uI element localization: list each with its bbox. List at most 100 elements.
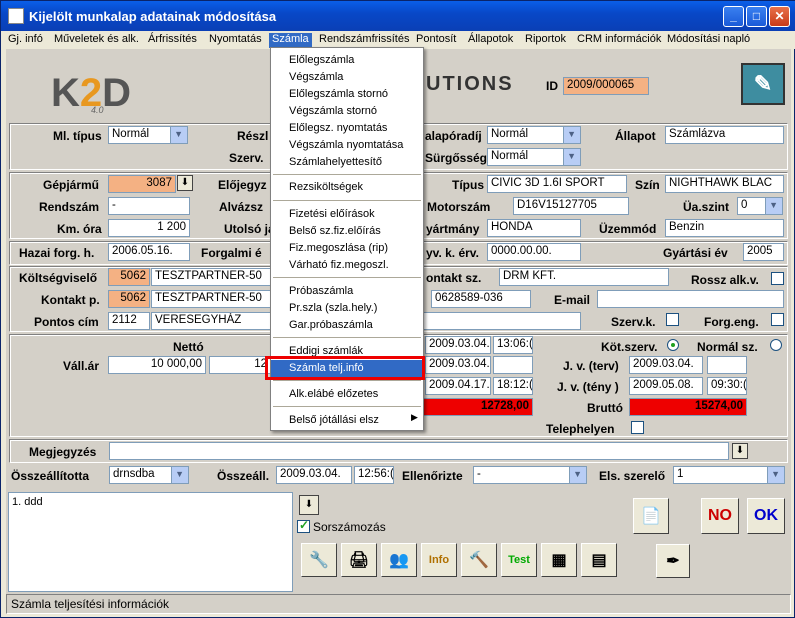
szervk-checkbox[interactable] <box>666 313 679 326</box>
forg-eng-checkbox[interactable] <box>771 313 784 326</box>
gyartasi-ev-field[interactable]: 2005 <box>743 243 784 261</box>
menu-arfrissites[interactable]: Árfrissítés <box>145 33 200 48</box>
els-szerelo-select[interactable]: 1 ▼ <box>673 466 785 484</box>
varos-field[interactable]: VERESEGYHÁZ <box>151 312 271 330</box>
kot-szerv-radio[interactable] <box>667 339 679 351</box>
menu-item-gar-probaszamla[interactable]: Gar.próbaszámla <box>271 317 423 334</box>
info-icon[interactable]: Info <box>421 543 457 577</box>
menu-item-fiz-megoszlasa[interactable]: Fiz.megoszlása (rip) <box>271 240 423 257</box>
edit-icon[interactable]: ✎ <box>741 63 785 105</box>
tools-icon[interactable]: 🔧 <box>301 543 337 577</box>
allapot-field[interactable]: Számlázva <box>665 126 784 144</box>
menu-item-alk-elabe[interactable]: Alk.elábé előzetes <box>271 386 423 403</box>
menu-item-vegszamla-storno[interactable]: Végszámla stornó <box>271 103 423 120</box>
koltsegvis-field[interactable]: TESZTPARTNER-50 <box>151 268 271 286</box>
jv-terv-time-field[interactable] <box>707 356 747 374</box>
jv-teny-field[interactable]: 2009.05.08. <box>629 377 703 395</box>
ok-button[interactable]: OK <box>747 498 785 534</box>
menu-nyomtatas[interactable]: Nyomtatás <box>206 33 265 48</box>
test-icon[interactable]: Test <box>501 543 537 577</box>
menu-rendszamfrissites[interactable]: Rendszámfrissítés <box>316 33 412 48</box>
megjegyzes-expand-button[interactable]: ⬇ <box>732 443 748 459</box>
ellenorizte-select[interactable]: - ▼ <box>473 466 587 484</box>
menu-item-probaszamla[interactable]: Próbaszámla <box>271 283 423 300</box>
menu-item-elolegsz-nyomtatas[interactable]: Előlegsz. nyomtatás <box>271 120 423 137</box>
km-ora-field[interactable]: 1 200 <box>108 219 190 237</box>
telephelyen-checkbox[interactable] <box>631 421 644 434</box>
hazai-field[interactable]: 2006.05.16. <box>108 243 190 261</box>
no-button[interactable]: NO <box>701 498 739 534</box>
surgosseg-select[interactable]: Normál ▼ <box>487 148 581 166</box>
menu-item-szamlahelyettesito[interactable]: Számlahelyettesítő <box>271 154 423 171</box>
menu-item-varhato-fiz[interactable]: Várható fiz.megoszl. <box>271 257 423 274</box>
syringe-icon[interactable]: ✒ <box>656 544 690 578</box>
ua-szint-select[interactable]: 0 ▼ <box>737 197 783 215</box>
kontakt-p-id-field[interactable]: 5062 <box>108 290 150 308</box>
irsz-field[interactable]: 2112 <box>108 312 150 330</box>
tipus-field[interactable]: CIVIC 3D 1.6I SPORT <box>487 175 627 193</box>
utca-field[interactable] <box>421 312 581 330</box>
vall-ar-field[interactable]: 10 000,00 <box>108 356 206 374</box>
kontakt-sz-field[interactable]: DRM KFT. <box>499 268 669 286</box>
menu-item-belso-sz-fiz[interactable]: Belső sz.fiz.előírás <box>271 223 423 240</box>
grid-icon[interactable]: ▦ <box>541 543 577 577</box>
szin-field[interactable]: NIGHTHAWK BLAC <box>665 175 784 193</box>
menu-gj-info[interactable]: Gj. infó <box>5 33 46 48</box>
menu-modositasi-naplo[interactable]: Módosítási napló <box>664 33 753 48</box>
menu-item-elolegszamla[interactable]: Előlegszámla <box>271 52 423 69</box>
vall-ar-vat-field[interactable]: 12 <box>209 356 271 374</box>
menu-item-elolegszamla-storno[interactable]: Előlegszámla stornó <box>271 86 423 103</box>
calculator-icon[interactable]: ▤ <box>581 543 617 577</box>
muszaki-field[interactable]: 0000.00.00. <box>487 243 581 261</box>
osszeallitotta-select[interactable]: drnsdba ▼ <box>109 466 189 484</box>
sorszamozas-checkbox[interactable] <box>297 518 310 533</box>
time1-field[interactable]: 13:06:( <box>493 336 533 354</box>
date3-field[interactable]: 2009.04.17. <box>425 377 491 395</box>
menu-pontosit[interactable]: Pontosít <box>413 33 459 48</box>
memo-expand-button[interactable]: ⬇ <box>299 495 319 515</box>
osszeall-date-field[interactable]: 2009.03.04. <box>276 466 352 484</box>
time2-field[interactable] <box>493 356 533 374</box>
date1-field[interactable]: 2009.03.04. <box>425 336 491 354</box>
telefon-field[interactable]: 0628589-036 <box>431 290 531 308</box>
menu-riportok[interactable]: Riportok <box>522 33 569 48</box>
menu-crm[interactable]: CRM információk <box>574 33 664 48</box>
jv-terv-field[interactable]: 2009.03.04. <box>629 356 703 374</box>
document-icon[interactable]: 📄 <box>633 498 669 534</box>
email-field[interactable] <box>597 290 784 308</box>
menu-item-belso-jotallasi[interactable]: Belső jótállási elsz <box>271 412 423 429</box>
gepjarmu-field[interactable]: 3087 <box>108 175 176 193</box>
highlight-box <box>265 356 425 380</box>
date2-field[interactable]: 2009.03.04. <box>425 356 491 374</box>
time3-field[interactable]: 18:12:( <box>493 377 533 395</box>
minimize-button[interactable]: _ <box>723 6 744 27</box>
menu-item-pr-szla[interactable]: Pr.szla (szla.hely.) <box>271 300 423 317</box>
menu-item-vegszamla[interactable]: Végszámla <box>271 69 423 86</box>
kontakt-p-field[interactable]: TESZTPARTNER-50 <box>151 290 271 308</box>
normal-sz-radio[interactable] <box>770 339 782 351</box>
maximize-button[interactable]: □ <box>746 6 767 27</box>
menu-allapotok[interactable]: Állapotok <box>465 33 516 48</box>
rossz-checkbox[interactable] <box>771 272 784 285</box>
menu-item-rezsikoltsegek[interactable]: Rezsiköltségek <box>271 179 423 196</box>
jv-teny-time-field[interactable]: 09:30:( <box>707 377 747 395</box>
menu-item-vegszamla-nyomtatasa[interactable]: Végszámla nyomtatása <box>271 137 423 154</box>
motorszam-field[interactable]: D16V15127705 <box>513 197 629 215</box>
menu-muveletek[interactable]: Műveletek és alk. <box>51 33 142 48</box>
gyartmany-field[interactable]: HONDA <box>487 219 581 237</box>
menu-szamla[interactable]: Számla <box>269 33 312 48</box>
uzemmod-field[interactable]: Benzin <box>665 219 784 237</box>
gepjarmu-lookup-button[interactable]: ⬇ <box>177 175 193 191</box>
print-icon[interactable]: 🖨 <box>341 543 377 577</box>
people-icon[interactable]: 👥 <box>381 543 417 577</box>
memo-field[interactable]: 1. ddd <box>8 492 293 592</box>
close-button[interactable]: ✕ <box>769 6 790 27</box>
menu-item-fizetesi-eloirasok[interactable]: Fizetési előírások <box>271 206 423 223</box>
osszeall-time-field[interactable]: 12:56:( <box>354 466 394 484</box>
koltsegvis-id-field[interactable]: 5062 <box>108 268 150 286</box>
megjegyzes-field[interactable] <box>109 442 729 460</box>
alaporadij-select[interactable]: Normál ▼ <box>487 126 581 144</box>
ml-tipus-select[interactable]: Normál ▼ <box>108 126 188 144</box>
rendszam-field[interactable]: - <box>108 197 190 215</box>
hammer-icon[interactable]: 🔨 <box>461 543 497 577</box>
